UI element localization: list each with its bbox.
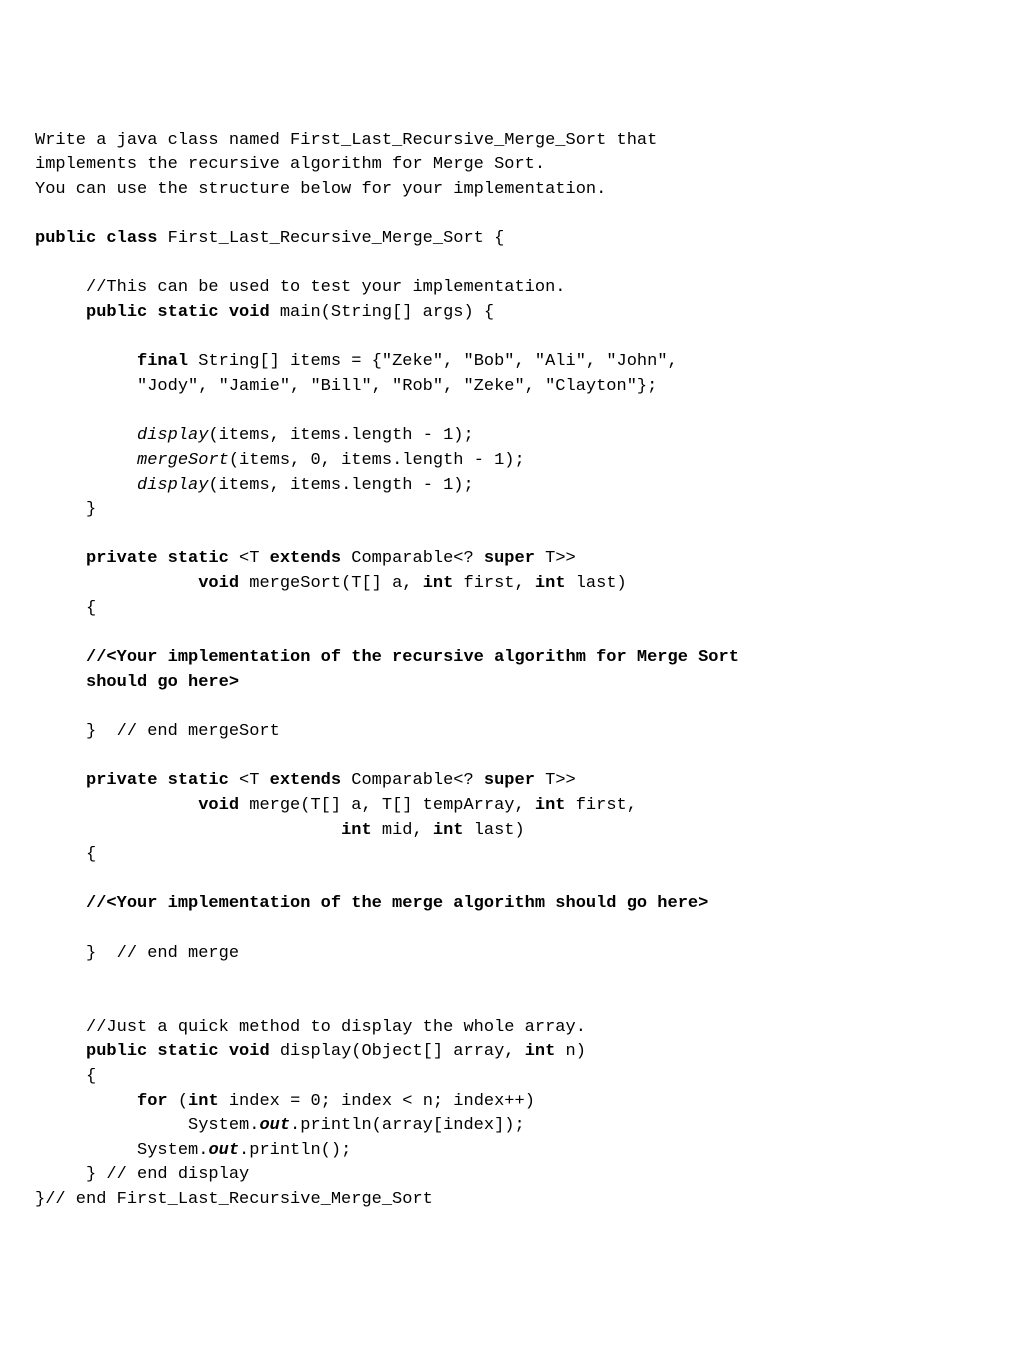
comment-display: //Just a quick method to display the who… [35, 1018, 586, 1037]
m-decl-indent [35, 771, 86, 790]
todo-mergesort-2: should go here> [35, 673, 239, 692]
public-static-void-kw: public static void [86, 1042, 270, 1061]
end-class: }// end First_Last_Recursive_Merge_Sort [35, 1190, 433, 1209]
int-kw-3: int [535, 796, 566, 815]
m-generic-2: Comparable<? [341, 771, 484, 790]
private-static-kw: private static [86, 549, 229, 568]
int-kw-6: int [525, 1042, 556, 1061]
ms-generic-1: <T [229, 549, 270, 568]
private-static-kw-2: private static [86, 771, 229, 790]
m-generic-1: <T [229, 771, 270, 790]
disp-sig: display(Object[] array, [270, 1042, 525, 1061]
mergesort-call: mergeSort [137, 451, 229, 470]
disp-p2: n) [555, 1042, 586, 1061]
disp-decl-indent [35, 1042, 86, 1061]
intro-line-1: Write a java class named First_Last_Recu… [35, 131, 657, 150]
m-p-last: last) [464, 821, 525, 840]
intro-line-3: You can use the structure below for your… [35, 180, 606, 199]
end-mergesort: } // end mergeSort [35, 722, 280, 741]
m-sig: merge(T[] a, T[] tempArray, [239, 796, 535, 815]
ms-decl-indent [35, 549, 86, 568]
comment-test: //This can be used to test your implemen… [35, 278, 566, 297]
int-kw-1: int [423, 574, 454, 593]
todo-merge: //<Your implementation of the merge algo… [35, 894, 708, 913]
class-declaration-name: First_Last_Recursive_Merge_Sort { [157, 229, 504, 248]
ms-sig: mergeSort(T[] a, [239, 574, 423, 593]
main-rest: main(String[] args) { [270, 303, 494, 322]
display-call-1-args: (items, items.length - 1); [208, 426, 473, 445]
sout1-rest: .println(array[index]); [290, 1116, 525, 1135]
m-decl2-indent [35, 796, 198, 815]
void-kw-2: void [198, 796, 239, 815]
mergesort-call-indent [35, 451, 137, 470]
int-kw-2: int [535, 574, 566, 593]
m-generic-3: T>> [535, 771, 576, 790]
sout2-indent: System. [35, 1141, 208, 1160]
code-document: Write a java class named First_Last_Recu… [35, 129, 975, 1213]
out-field-1: out [259, 1116, 290, 1135]
open-brace-ms: { [35, 599, 96, 618]
super-kw-2: super [484, 771, 535, 790]
intro-line-2: implements the recursive algorithm for M… [35, 155, 545, 174]
display-call-2: display [137, 476, 208, 495]
items-line-1: String[] items = {"Zeke", "Bob", "Ali", … [188, 352, 678, 371]
ms-p3: last) [566, 574, 627, 593]
display-call-2-args: (items, items.length - 1); [208, 476, 473, 495]
for-kw: for [137, 1092, 168, 1111]
close-main: } [35, 500, 96, 519]
sout1-indent: System. [35, 1116, 259, 1135]
class-declaration-kw: public class [35, 229, 157, 248]
int-kw-5: int [433, 821, 464, 840]
super-kw: super [484, 549, 535, 568]
final-keyword: final [137, 352, 188, 371]
extends-kw-2: extends [270, 771, 341, 790]
end-display: } // end display [35, 1165, 249, 1184]
int-kw-4: int [341, 821, 372, 840]
ms-p2: first, [453, 574, 535, 593]
m-decl3-indent [35, 821, 341, 840]
display-call-1-indent [35, 426, 137, 445]
m-p-mid: mid, [372, 821, 433, 840]
main-indent [35, 303, 86, 322]
open-brace-m: { [35, 845, 96, 864]
sout2-rest: .println(); [239, 1141, 351, 1160]
ms-decl2-indent [35, 574, 198, 593]
end-merge: } // end merge [35, 944, 239, 963]
todo-mergesort-1: //<Your implementation of the recursive … [35, 648, 739, 667]
for-indent [35, 1092, 137, 1111]
open-brace-d: { [35, 1067, 96, 1086]
for-rest: index = 0; index < n; index++) [219, 1092, 535, 1111]
m-p2: first, [566, 796, 637, 815]
display-call-2-indent [35, 476, 137, 495]
items-indent [35, 352, 137, 371]
items-line-2: "Jody", "Jamie", "Bill", "Rob", "Zeke", … [35, 377, 657, 396]
mergesort-call-args: (items, 0, items.length - 1); [229, 451, 525, 470]
void-kw: void [198, 574, 239, 593]
int-kw-7: int [188, 1092, 219, 1111]
for-p1: ( [168, 1092, 188, 1111]
display-call-1: display [137, 426, 208, 445]
ms-generic-2: Comparable<? [341, 549, 484, 568]
main-keywords: public static void [86, 303, 270, 322]
out-field-2: out [208, 1141, 239, 1160]
extends-kw: extends [270, 549, 341, 568]
ms-generic-3: T>> [535, 549, 576, 568]
